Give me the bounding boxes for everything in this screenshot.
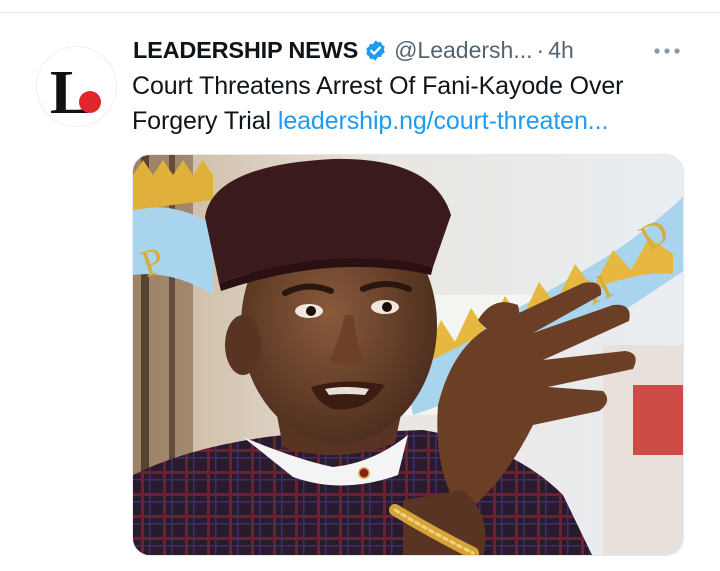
more-options-icon[interactable] <box>652 46 682 56</box>
author-handle[interactable]: @Leadersh... <box>394 37 532 64</box>
logo-dot <box>79 91 101 113</box>
tweet-header: LEADERSHIP NEWS @Leadersh... · 4h <box>133 32 574 68</box>
top-divider <box>0 0 720 13</box>
leadership-logo: L <box>50 59 101 127</box>
avatar[interactable]: L <box>36 46 117 127</box>
author-name[interactable]: LEADERSHIP NEWS <box>133 37 358 64</box>
article-link[interactable]: leadership.ng/court-threaten... <box>278 107 609 135</box>
verified-badge-icon <box>366 39 385 61</box>
tweet-card[interactable]: L LEADERSHIP NEWS @Leadersh... · 4h Cour… <box>0 13 720 571</box>
timestamp[interactable]: 4h <box>548 37 574 64</box>
news-photo: P R T H D <box>133 155 683 555</box>
separator-dot: · <box>536 36 545 63</box>
tweet-media-image[interactable]: P R T H D <box>132 154 684 556</box>
tweet-body: Court Threatens Arrest Of Fani-Kayode Ov… <box>132 69 702 139</box>
